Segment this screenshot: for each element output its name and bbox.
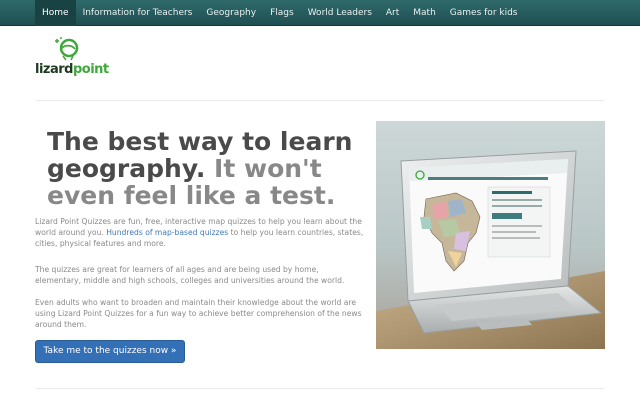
nav-menu: Home Information for Teachers Geography … <box>35 0 525 26</box>
logo-word-point: point <box>72 62 109 77</box>
site-logo[interactable]: lizardpoint <box>35 36 109 80</box>
hero-headline: The best way to learn geography. It won'… <box>47 128 367 209</box>
take-me-to-quizzes-button[interactable]: Take me to the quizzes now » <box>35 340 185 363</box>
nav-information-for-teachers[interactable]: Information for Teachers <box>76 0 200 26</box>
divider-bottom <box>35 388 605 389</box>
laptop-illustration <box>376 121 605 349</box>
nav-flags[interactable]: Flags <box>263 0 301 26</box>
laptop-hero-image <box>376 121 605 349</box>
adults-paragraph: Even adults who want to broaden and main… <box>35 298 362 329</box>
nav-games-for-kids[interactable]: Games for kids <box>443 0 525 26</box>
nav-world-leaders[interactable]: World Leaders <box>301 0 379 26</box>
lizard-logo-icon <box>55 37 79 61</box>
map-quizzes-link[interactable]: Hundreds of map-based quizzes <box>106 228 228 237</box>
nav-math[interactable]: Math <box>406 0 443 26</box>
nav-home[interactable]: Home <box>35 0 76 26</box>
nav-art[interactable]: Art <box>379 0 406 26</box>
divider-top <box>35 100 605 101</box>
logo-wordmark: lizardpoint <box>35 62 109 77</box>
intro-paragraph: Lizard Point Quizzes are fun, free, inte… <box>35 216 365 249</box>
nav-geography[interactable]: Geography <box>199 0 263 26</box>
top-navbar: Home Information for Teachers Geography … <box>0 0 640 26</box>
audience-paragraph: The quizzes are great for learners of al… <box>35 265 345 285</box>
logo-word-lizard: lizard <box>35 62 73 77</box>
